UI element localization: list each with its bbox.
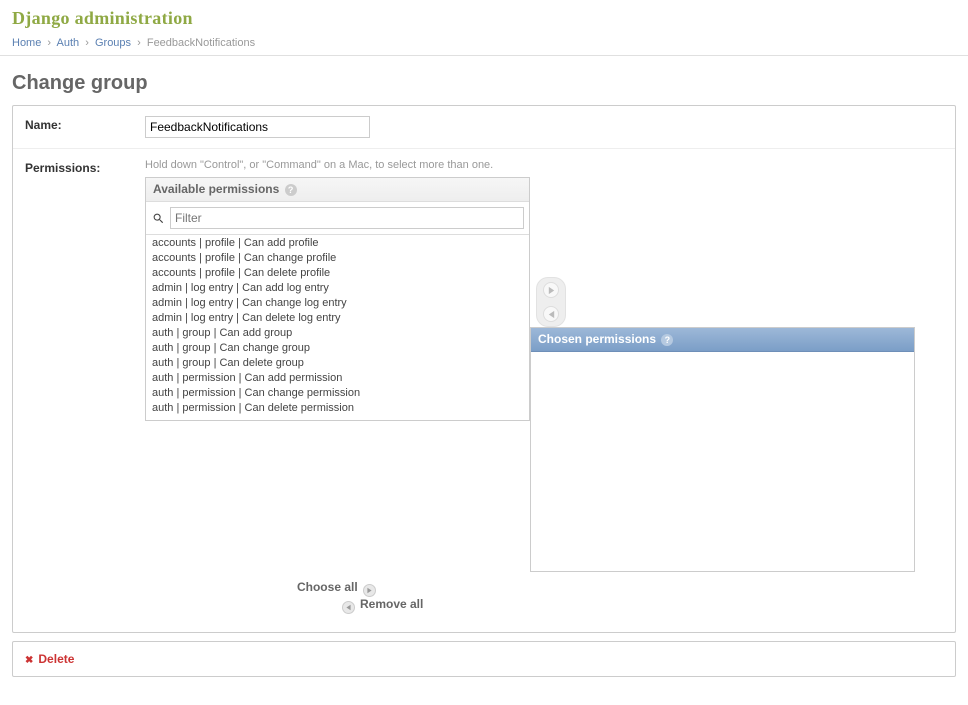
list-item[interactable]: accounts | profile | Can add profile xyxy=(146,235,529,250)
list-item[interactable]: auth | group | Can change group xyxy=(146,340,529,355)
list-item[interactable]: admin | log entry | Can delete log entry xyxy=(146,310,529,325)
breadcrumb-auth[interactable]: Auth xyxy=(57,37,80,49)
breadcrumb: Home › Auth › Groups › FeedbackNotificat… xyxy=(0,33,968,56)
site-title: Django administration xyxy=(12,8,956,29)
help-icon[interactable]: ? xyxy=(285,184,297,196)
name-input[interactable] xyxy=(145,116,370,138)
delete-module: Delete xyxy=(12,641,956,677)
permissions-label: Permissions: xyxy=(25,159,135,175)
list-item[interactable]: auth | permission | Can delete permissio… xyxy=(146,400,529,415)
remove-permission-button[interactable] xyxy=(543,306,559,322)
help-icon[interactable]: ? xyxy=(661,334,673,346)
page-title: Change group xyxy=(12,72,956,95)
permissions-help-text: Hold down "Control", or "Command" on a M… xyxy=(145,159,943,171)
list-item[interactable]: admin | log entry | Can add log entry xyxy=(146,280,529,295)
remove-all-icon xyxy=(342,601,355,614)
name-label: Name: xyxy=(25,116,135,132)
add-permission-button[interactable] xyxy=(543,282,559,298)
delete-link[interactable]: Delete xyxy=(13,642,86,676)
choose-all-link[interactable]: Choose all xyxy=(297,580,378,594)
available-filter-bar xyxy=(146,202,529,235)
list-item[interactable]: auth | group | Can add group xyxy=(146,325,529,340)
chosen-permissions-body xyxy=(531,352,914,571)
chosen-permissions-box: Chosen permissions ? xyxy=(530,327,915,572)
choose-all-icon xyxy=(363,584,376,597)
list-item[interactable]: accounts | profile | Can change profile xyxy=(146,250,529,265)
site-header: Django administration xyxy=(0,0,968,33)
available-permissions-box: Available permissions ? accounts | profi… xyxy=(145,177,530,421)
change-form-module: Name: Permissions: Hold down "Control", … xyxy=(12,105,956,633)
list-item[interactable]: accounts | profile | Can delete profile xyxy=(146,265,529,280)
search-icon xyxy=(151,211,165,225)
breadcrumb-home[interactable]: Home xyxy=(12,37,41,49)
form-row-name: Name: xyxy=(13,106,955,149)
list-item[interactable]: auth | group | Can delete group xyxy=(146,355,529,370)
form-row-permissions: Permissions: Hold down "Control", or "Co… xyxy=(13,149,955,632)
available-filter-input[interactable] xyxy=(170,207,524,229)
list-item[interactable]: auth | permission | Can change permissio… xyxy=(146,385,529,400)
available-permissions-heading: Available permissions ? xyxy=(146,178,529,202)
chosen-permissions-heading: Chosen permissions ? xyxy=(531,328,914,352)
list-item[interactable]: admin | log entry | Can change log entry xyxy=(146,295,529,310)
permissions-selector: Available permissions ? accounts | profi… xyxy=(145,177,943,622)
selector-chooser xyxy=(536,277,566,327)
remove-all-link[interactable]: Remove all xyxy=(340,597,424,611)
breadcrumb-groups[interactable]: Groups xyxy=(95,37,131,49)
selector-actions: Choose all Remove all xyxy=(145,572,943,622)
available-permissions-select[interactable]: accounts | profile | Can add profileacco… xyxy=(146,235,529,420)
breadcrumb-current: FeedbackNotifications xyxy=(147,37,255,49)
list-item[interactable]: auth | permission | Can add permission xyxy=(146,370,529,385)
